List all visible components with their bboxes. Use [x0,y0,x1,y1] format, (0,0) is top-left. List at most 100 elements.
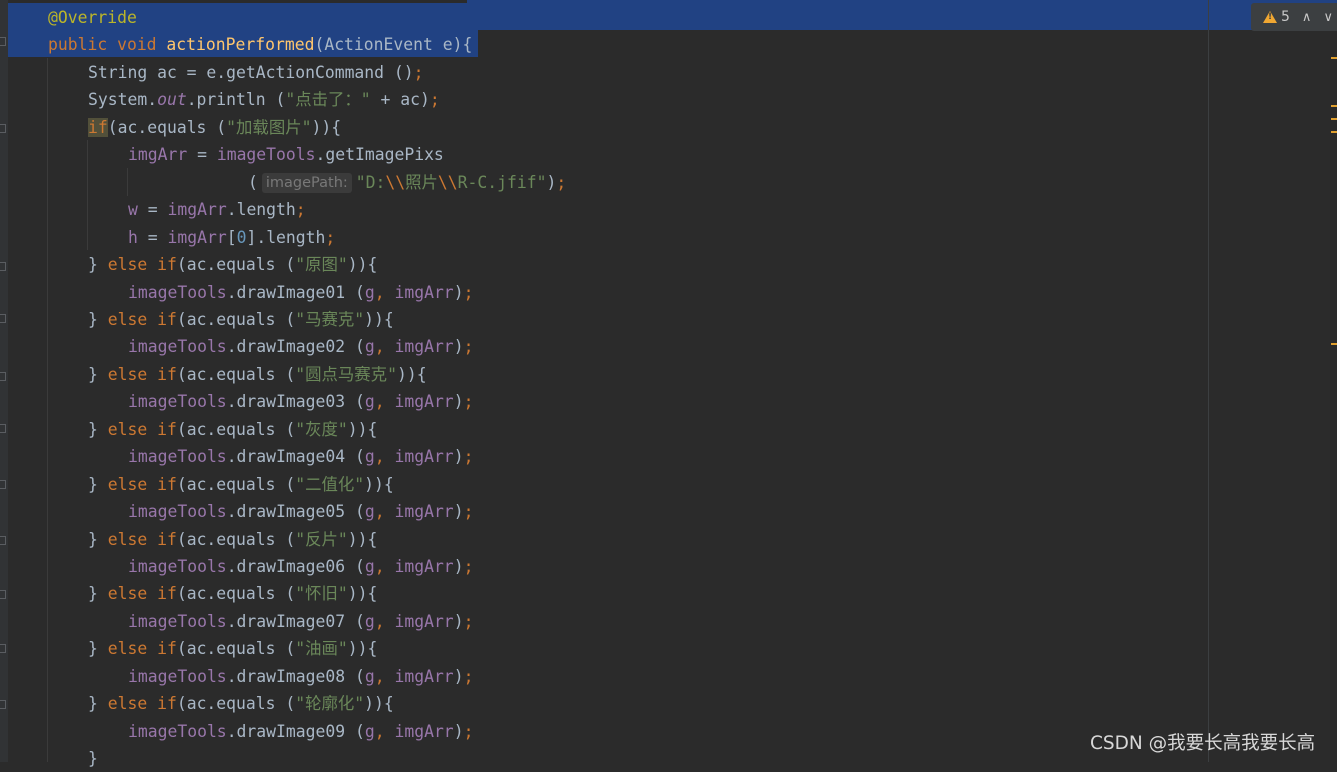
warning-triangle-icon [1263,11,1277,23]
code-line[interactable]: imageTools.drawImage04 (g, imgArr); [128,443,473,470]
error-stripe-mark[interactable] [1331,118,1337,120]
selection-top-edge [8,0,467,3]
code-line[interactable]: } else if(ac.equals ("油画")){ [88,635,377,662]
code-token: 照片 [405,172,438,192]
code-token: "原图" [295,255,348,275]
code-line[interactable]: h = imgArr[0].length; [128,224,335,251]
code-line[interactable]: imageTools.drawImage02 (g, imgArr); [128,333,473,360]
fold-marker-icon[interactable] [0,124,6,133]
code-token: )){ [347,529,378,549]
fold-marker-icon[interactable] [0,480,6,489]
code-token: .drawImage07 ( [226,611,365,631]
code-line[interactable]: imageTools.drawImage05 (g, imgArr); [128,498,473,525]
warning-count: 5 [1281,9,1290,25]
code-token: = [137,227,168,247]
code-line[interactable]: imageTools.drawImage06 (g, imgArr); [128,553,473,580]
code-token: ) [453,557,464,576]
code-line[interactable]: @Override [48,4,137,31]
code-token: ; [463,611,474,631]
code-token: imgArr [394,282,454,302]
code-line[interactable]: if(ac.equals ("加载图片")){ [88,114,341,141]
code-token: ) [453,392,464,412]
code-token: , [374,447,395,467]
inspection-widget[interactable]: 5 ∧ ∨ [1251,3,1337,31]
code-token: else if [107,474,177,494]
code-token: = [137,200,168,220]
code-token: g [364,557,375,576]
code-token: ; [463,721,474,741]
code-token: ; [413,62,424,82]
chevron-up-icon[interactable]: ∧ [1302,10,1312,25]
code-line[interactable]: w = imgArr.length; [128,196,306,223]
code-token: g [364,666,375,686]
code-token: , [374,392,395,412]
code-line[interactable]: } else if(ac.equals ("轮廓化")){ [88,690,394,717]
code-line[interactable]: } else if(ac.equals ("二值化")){ [88,471,394,498]
error-stripe-mark[interactable] [1331,57,1337,59]
code-token: ].length [246,227,326,247]
code-line[interactable]: (imagePath: "D:\\照片\\R-C.jfif"); [248,169,566,196]
code-token: imgArr [394,337,454,357]
fold-marker-icon[interactable] [0,590,6,599]
right-margin-guide [1208,0,1209,762]
fold-marker-icon[interactable] [0,700,6,709]
chevron-down-icon[interactable]: ∨ [1323,10,1333,25]
code-line[interactable]: imageTools.drawImage03 (g, imgArr); [128,388,473,415]
code-token: )){ [364,309,394,329]
fold-marker-icon[interactable] [0,424,6,433]
code-line[interactable]: } else if(ac.equals ("灰度")){ [88,416,377,443]
code-line[interactable]: } else if(ac.equals ("原图")){ [88,251,377,278]
code-token: imageTools [128,282,227,302]
indent-guide [47,58,48,762]
code-line[interactable]: public void actionPerformed(ActionEvent … [48,31,472,58]
fold-marker-icon[interactable] [0,536,6,545]
code-line[interactable]: imageTools.drawImage01 (g, imgArr); [128,279,473,306]
code-token: "灰度" [295,419,348,439]
fold-marker-icon[interactable] [0,372,6,381]
code-line[interactable]: } else if(ac.equals ("怀旧")){ [88,580,377,607]
code-token: "轮廓化" [295,694,365,714]
code-line[interactable]: } else if(ac.equals ("马赛克")){ [88,306,394,333]
code-line[interactable]: imgArr = imageTools.getImagePixs [128,141,444,168]
code-line[interactable]: imageTools.drawImage09 (g, imgArr); [128,718,473,745]
code-token: "二值化" [295,474,365,494]
code-token: = [187,145,217,165]
error-stripe-mark[interactable] [1331,105,1337,107]
code-token: ) [453,666,464,686]
fold-marker-icon[interactable] [0,644,6,653]
code-line[interactable]: String ac = e.getActionCommand (); [88,59,424,86]
code-line[interactable]: } else if(ac.equals ("圆点马赛克")){ [88,361,427,388]
error-stripe-mark[interactable] [1331,343,1337,345]
code-token: 0 [236,227,247,247]
code-token: )){ [396,364,427,384]
code-line[interactable]: imageTools.drawImage08 (g, imgArr); [128,663,473,690]
error-stripe-mark[interactable] [1331,131,1337,133]
code-token: )){ [347,639,378,659]
fold-marker-icon[interactable] [0,314,6,323]
code-token: , [374,502,395,522]
fold-marker-icon[interactable] [0,262,6,271]
code-token: imgArr [394,611,454,631]
code-token: .drawImage05 ( [226,502,365,522]
code-token: ; [325,227,336,247]
code-token: imgArr [394,447,454,467]
code-token: System. [88,90,158,110]
code-token: ; [463,502,474,522]
code-token: } [88,309,108,329]
code-line[interactable]: System.out.println ("点击了：" + ac); [88,86,440,113]
code-token: .println ( [186,90,286,110]
code-token: imgArr [167,200,227,220]
code-token: ; [429,90,440,110]
code-line[interactable]: } else if(ac.equals ("反片")){ [88,526,377,553]
code-token: else if [107,639,177,659]
fold-marker-icon[interactable] [0,37,6,46]
code-token: .drawImage02 ( [226,337,365,357]
code-token: "D: [355,172,386,192]
code-token: imgArr [394,557,454,576]
code-line[interactable]: imageTools.drawImage07 (g, imgArr); [128,608,473,635]
code-token: ) [546,172,557,192]
code-line[interactable]: } [88,745,98,772]
code-token: h [128,227,138,247]
code-token: } [88,255,108,275]
code-token: (ac.equals ( [176,419,296,439]
